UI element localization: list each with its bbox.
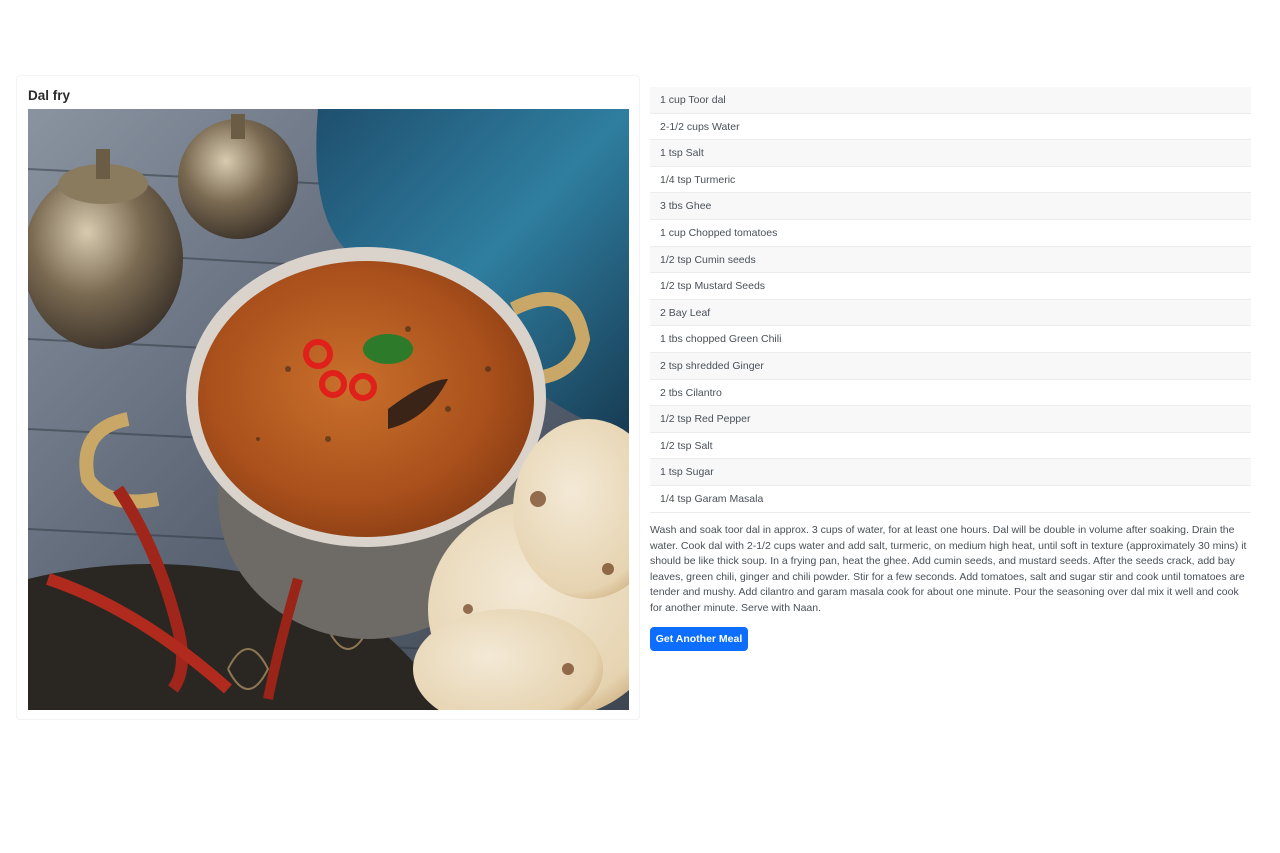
meal-image <box>28 109 629 710</box>
dal-fry-photo <box>28 109 629 710</box>
ingredient-item: 1 cup Chopped tomatoes <box>650 219 1251 247</box>
ingredient-item: 2 tsp shredded Ginger <box>650 352 1251 380</box>
ingredient-item: 1 cup Toor dal <box>650 87 1251 114</box>
meal-title: Dal fry <box>28 88 71 103</box>
ingredient-item: 1/2 tsp Red Pepper <box>650 406 1251 433</box>
ingredient-item: 1/4 tsp Garam Masala <box>650 485 1251 513</box>
ingredient-item: 1/4 tsp Turmeric <box>650 166 1251 194</box>
ingredient-item: 2-1/2 cups Water <box>650 113 1251 141</box>
ingredient-list: 1 cup Toor dal 2-1/2 cups Water 1 tsp Sa… <box>650 87 1251 513</box>
ingredient-item: 1 tbs chopped Green Chili <box>650 326 1251 353</box>
meal-card: Dal fry <box>16 75 640 720</box>
ingredient-item: 2 tbs Cilantro <box>650 379 1251 407</box>
ingredient-item: 1 tsp Sugar <box>650 459 1251 486</box>
ingredient-item: 1/2 tsp Salt <box>650 432 1251 460</box>
ingredient-item: 3 tbs Ghee <box>650 193 1251 220</box>
ingredient-item: 2 Bay Leaf <box>650 299 1251 327</box>
ingredient-item: 1/2 tsp Cumin seeds <box>650 246 1251 274</box>
ingredient-item: 1 tsp Salt <box>650 140 1251 167</box>
ingredient-item: 1/2 tsp Mustard Seeds <box>650 273 1251 300</box>
get-another-meal-button[interactable]: Get Another Meal <box>650 627 748 651</box>
meal-instructions: Wash and soak toor dal in approx. 3 cups… <box>650 524 1247 614</box>
